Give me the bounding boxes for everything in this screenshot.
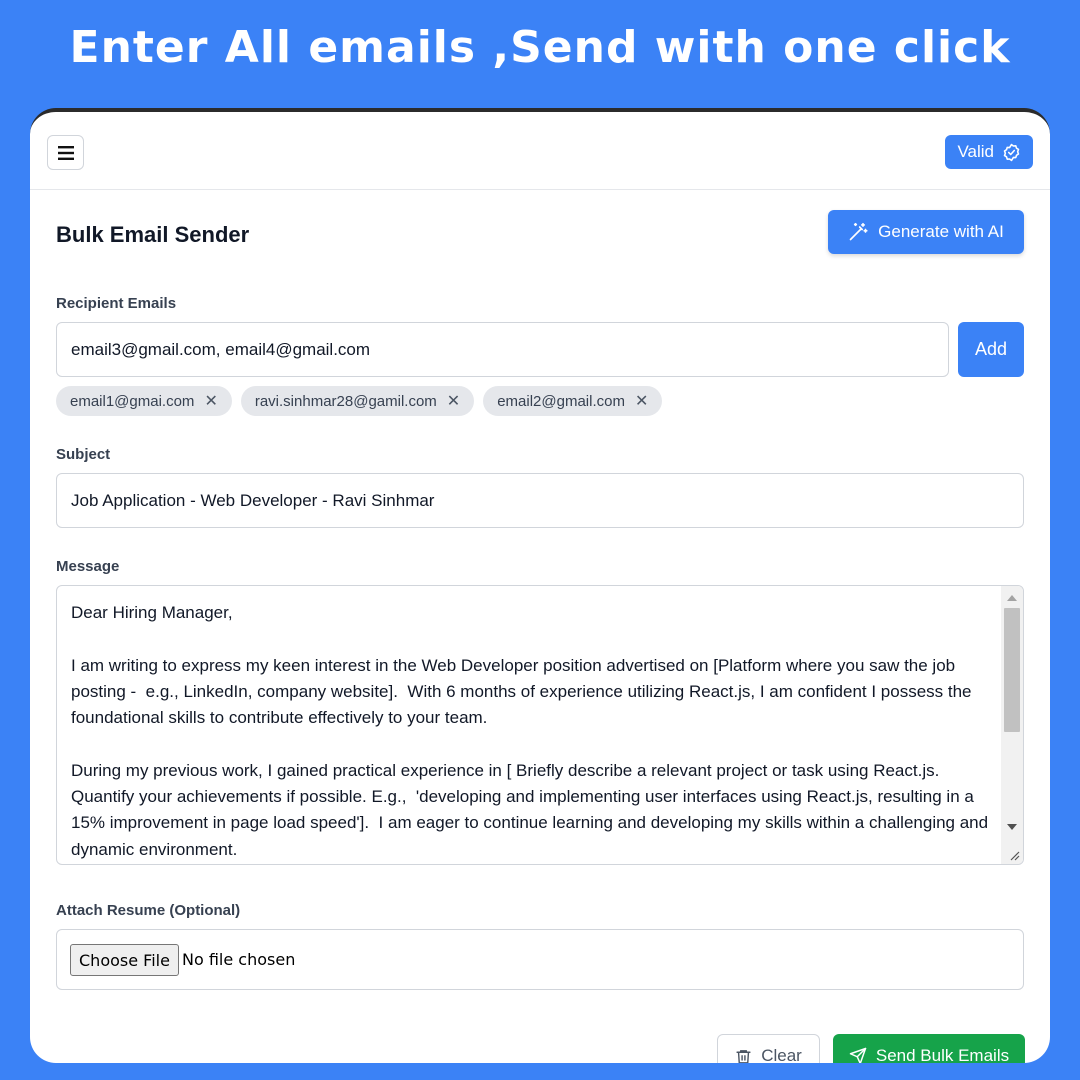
- recipient-chips: email1@gmai.com ✕ ravi.sinhmar28@gamil.c…: [56, 386, 663, 416]
- choose-file-button[interactable]: Choose File: [70, 944, 179, 976]
- clear-label: Clear: [761, 1046, 802, 1063]
- magic-wand-icon: [849, 222, 868, 241]
- add-button[interactable]: Add: [958, 322, 1024, 377]
- close-icon[interactable]: ✕: [204, 391, 217, 411]
- recipient-emails-input[interactable]: email3@gmail.com, email4@gmail.com: [56, 322, 949, 377]
- send-bulk-emails-button[interactable]: Send Bulk Emails: [833, 1034, 1025, 1063]
- menu-button[interactable]: [47, 135, 84, 170]
- subject-input[interactable]: Job Application - Web Developer - Ravi S…: [56, 473, 1024, 528]
- send-icon: [849, 1047, 867, 1063]
- chip-email: email1@gmai.com: [70, 392, 195, 410]
- send-label: Send Bulk Emails: [875, 1046, 1010, 1063]
- trash-icon: [736, 1049, 751, 1063]
- scroll-up-arrow-icon[interactable]: [1007, 595, 1017, 601]
- close-icon[interactable]: ✕: [447, 391, 460, 411]
- file-input: Choose File No file chosen: [56, 929, 1024, 990]
- chip-email: email2@gmail.com: [497, 392, 625, 410]
- message-textarea[interactable]: Dear Hiring Manager, I am writing to exp…: [56, 585, 1024, 865]
- top-bar: Valid: [30, 112, 1050, 190]
- subject-label: Subject: [56, 446, 111, 463]
- subject-value: Job Application - Web Developer - Ravi S…: [71, 490, 435, 510]
- attach-resume-label: Attach Resume (Optional): [56, 902, 241, 919]
- recipient-chip: email1@gmai.com ✕: [56, 386, 232, 416]
- chip-email: ravi.sinhmar28@gamil.com: [254, 392, 437, 410]
- badge-check-icon: [1003, 143, 1020, 161]
- generate-ai-label: Generate with AI: [878, 222, 1004, 241]
- page-title: Bulk Email Sender: [56, 222, 250, 247]
- message-value: Dear Hiring Manager, I am writing to exp…: [71, 603, 989, 859]
- scroll-down-arrow-icon[interactable]: [1007, 824, 1017, 830]
- clear-button[interactable]: Clear: [717, 1034, 820, 1063]
- message-scrollbar[interactable]: [1001, 586, 1023, 864]
- message-label: Message: [56, 558, 120, 575]
- recipient-chip: email2@gmail.com ✕: [483, 386, 663, 416]
- recipient-emails-value: email3@gmail.com, email4@gmail.com: [71, 339, 371, 359]
- resize-handle-icon[interactable]: [1010, 851, 1020, 861]
- scrollbar-thumb[interactable]: [1004, 608, 1020, 732]
- valid-label: Valid: [957, 142, 994, 161]
- app-window: Valid Bulk Email Sender Generate with AI…: [30, 108, 1050, 1063]
- file-status: No file chosen: [182, 950, 296, 969]
- recipient-emails-label: Recipient Emails: [56, 295, 177, 312]
- generate-ai-button[interactable]: Generate with AI: [828, 210, 1024, 254]
- close-icon[interactable]: ✕: [635, 391, 648, 411]
- banner-headline: Enter All emails ,Send with one click: [69, 22, 1011, 73]
- valid-button[interactable]: Valid: [945, 135, 1033, 169]
- hamburger-menu-icon: [57, 145, 74, 160]
- recipient-chip: ravi.sinhmar28@gamil.com ✕: [240, 386, 475, 416]
